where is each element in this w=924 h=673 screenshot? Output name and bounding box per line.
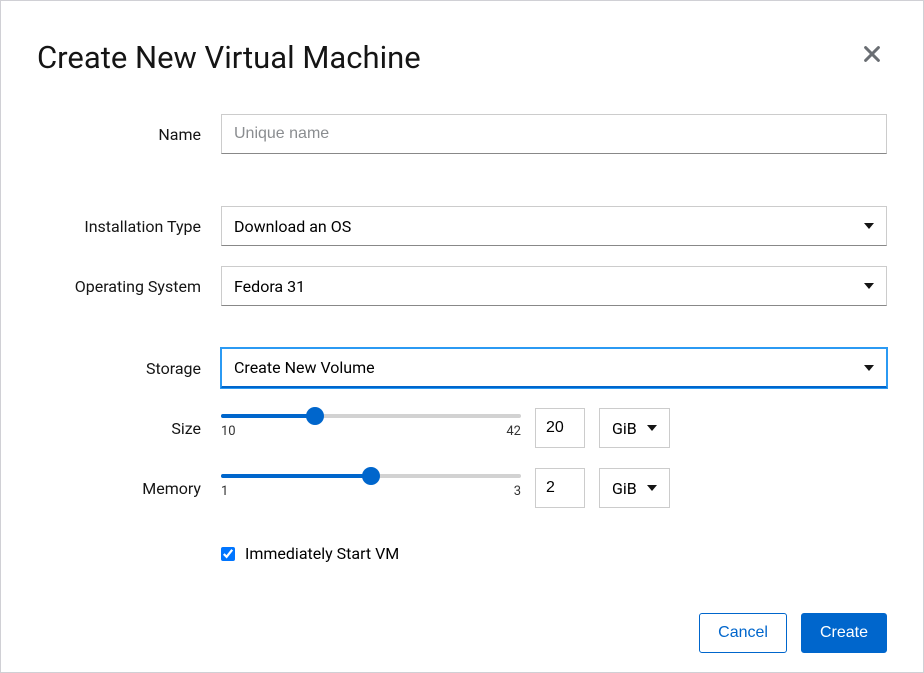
memory-slider-thumb[interactable]: [362, 467, 380, 485]
dialog-header: Create New Virtual Machine: [37, 39, 887, 76]
storage-value: Create New Volume: [234, 358, 375, 377]
memory-unit-value: GiB: [612, 479, 637, 498]
caret-down-icon: [864, 283, 874, 289]
operating-system-value: Fedora 31: [234, 277, 305, 296]
row-memory: Memory 1 3 GiB: [37, 468, 887, 508]
create-button[interactable]: Create: [801, 613, 887, 653]
caret-down-icon: [864, 223, 874, 229]
size-input[interactable]: [535, 408, 585, 448]
memory-slider[interactable]: [221, 474, 521, 478]
row-installation-type: Installation Type Download an OS: [37, 206, 887, 246]
row-storage: Storage Create New Volume: [37, 348, 887, 388]
auto-start-checkbox[interactable]: [221, 547, 235, 561]
size-unit-value: GiB: [612, 419, 637, 438]
size-min: 10: [221, 424, 236, 439]
row-auto-start: Immediately Start VM: [37, 544, 887, 563]
label-installation-type: Installation Type: [37, 217, 221, 236]
form-body: Name Installation Type Download an OS Op…: [37, 114, 887, 583]
label-size: Size: [37, 419, 221, 438]
size-slider-thumb[interactable]: [306, 407, 324, 425]
row-operating-system: Operating System Fedora 31: [37, 266, 887, 306]
label-memory: Memory: [37, 479, 221, 498]
installation-type-value: Download an OS: [234, 217, 351, 236]
memory-min: 1: [221, 484, 228, 499]
installation-type-select[interactable]: Download an OS: [221, 206, 887, 246]
caret-down-icon: [647, 425, 657, 431]
operating-system-select[interactable]: Fedora 31: [221, 266, 887, 306]
name-input[interactable]: [221, 114, 887, 154]
row-size: Size 10 42 GiB: [37, 408, 887, 448]
size-slider[interactable]: [221, 414, 521, 418]
cancel-button[interactable]: Cancel: [699, 613, 787, 653]
caret-down-icon: [647, 485, 657, 491]
caret-down-icon: [864, 365, 874, 371]
size-max: 42: [506, 424, 521, 439]
label-name: Name: [37, 125, 221, 144]
memory-max: 3: [514, 484, 521, 499]
memory-input[interactable]: [535, 468, 585, 508]
memory-unit-select[interactable]: GiB: [599, 468, 670, 508]
create-vm-dialog: Create New Virtual Machine Name Installa…: [1, 1, 923, 672]
dialog-footer: Cancel Create: [37, 613, 887, 653]
label-storage: Storage: [37, 359, 221, 378]
close-button[interactable]: [857, 39, 887, 73]
storage-select[interactable]: Create New Volume: [221, 348, 887, 388]
dialog-title: Create New Virtual Machine: [37, 39, 421, 76]
row-name: Name: [37, 114, 887, 154]
auto-start-label[interactable]: Immediately Start VM: [245, 544, 399, 563]
size-unit-select[interactable]: GiB: [599, 408, 670, 448]
label-operating-system: Operating System: [37, 277, 221, 296]
close-icon: [861, 43, 883, 65]
